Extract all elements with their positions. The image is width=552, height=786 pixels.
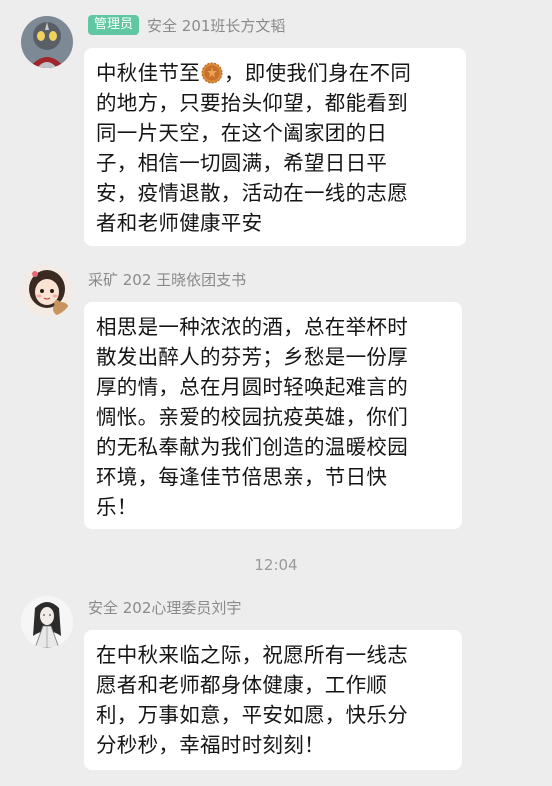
sender-name-row: 管理员 安全 201班长方文韬: [88, 14, 285, 36]
message-bubble[interactable]: 在中秋来临之际，祝愿所有一线志 愿者和老师都身体健康，工作顺 利，万事如意，平安…: [84, 630, 462, 770]
message-line: 惆怅。亲爱的校园抗疫英雄，你们: [96, 405, 408, 429]
message-line: 中秋佳节至 ，即使我们身在不同: [96, 61, 412, 85]
avatar[interactable]: [21, 265, 73, 317]
mooncake-emoji-icon: [201, 62, 223, 84]
sender-name-row: 采矿 202 王晓依团支书: [88, 268, 246, 290]
message-timestamp: 12:04: [254, 556, 298, 574]
message-line: 的无私奉献为我们创造的温暖校园: [96, 435, 408, 459]
message-line: 相思是一种浓浓的酒，总在举杯时: [96, 315, 408, 339]
message-line: 愿者和老师都身体健康，工作顺: [96, 673, 388, 697]
role-badge: 管理员: [88, 15, 140, 35]
message-line: 厚的情，总在月圆时轻唤起难言的: [96, 375, 408, 399]
message-line: 的地方，只要抬头仰望，都能看到: [96, 91, 408, 115]
message-line: 子，相信一切圆满，希望日日平: [96, 151, 388, 175]
message-line: 者和老师健康平安: [96, 211, 263, 235]
message-bubble[interactable]: 中秋佳节至 ，即使我们身在不同 的地方，只要抬头仰望，都能看到 同一片天空，在这个…: [84, 48, 466, 246]
sender-name[interactable]: 安全 202心理委员刘宇: [88, 597, 241, 618]
message-line: 分秒秒，幸福时时刻刻！: [96, 733, 325, 757]
tokusatsu-hero-avatar-icon: [21, 16, 73, 68]
message-line: 乐！: [96, 495, 138, 519]
message-line: 利，万事如意，平安如愿，快乐分: [96, 703, 408, 727]
message-line: 在中秋来临之际，祝愿所有一线志: [96, 643, 408, 667]
message-bubble[interactable]: 相思是一种浓浓的酒，总在举杯时 散发出醉人的芬芳；乡愁是一份厚 厚的情，总在月圆…: [84, 302, 462, 529]
sender-name-row: 安全 202心理委员刘宇: [88, 596, 241, 618]
message-line: 安，疫情退散，活动在一线的志愿: [96, 181, 408, 205]
avatar[interactable]: [21, 16, 73, 68]
cartoon-girl-avatar-icon: [21, 265, 73, 317]
ink-sketch-figure-avatar-icon: [21, 596, 73, 648]
avatar[interactable]: [21, 596, 73, 648]
message-line: 环境，每逢佳节倍思亲，节日快: [96, 465, 388, 489]
sender-name[interactable]: 采矿 202 王晓依团支书: [88, 269, 246, 290]
message-line: 同一片天空，在这个阖家团的日: [96, 121, 388, 145]
message-line: 散发出醉人的芬芳；乡愁是一份厚: [96, 345, 408, 369]
sender-name[interactable]: 安全 201班长方文韬: [147, 15, 285, 36]
